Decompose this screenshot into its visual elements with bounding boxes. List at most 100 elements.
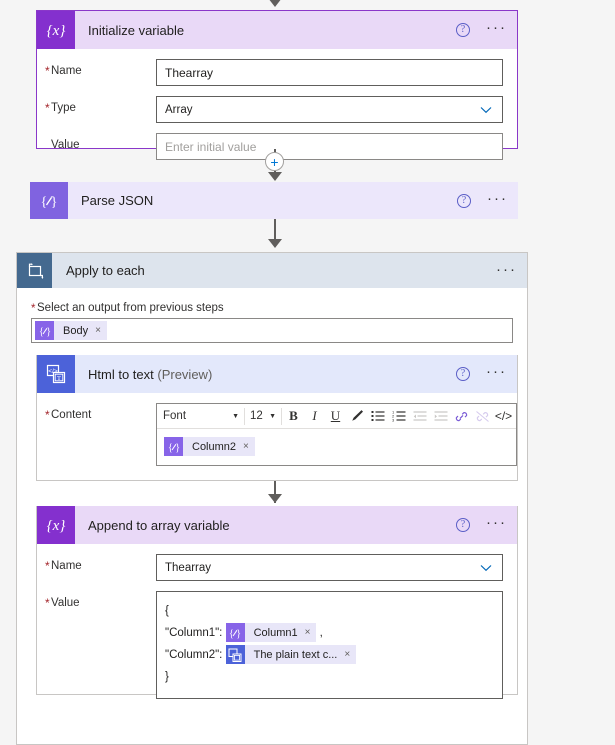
card-title: Initialize variable: [88, 22, 185, 38]
scope-body: Select an output from previous steps { }…: [17, 288, 527, 343]
value-json-editor[interactable]: { "Column1": { } Column1 × , "Column2": …: [156, 591, 503, 699]
token-chip-body[interactable]: { } Body ×: [35, 321, 107, 340]
field-row-name: Name Thearray: [45, 554, 503, 581]
select-output-label: Select an output from previous steps: [31, 302, 513, 315]
type-dropdown-value: Array: [165, 103, 193, 116]
italic-button[interactable]: I: [304, 405, 325, 428]
html-to-text-icon: </> T: [37, 355, 75, 393]
field-label-value: Value: [45, 591, 156, 610]
bulleted-list-icon[interactable]: [367, 405, 388, 428]
field-control-name[interactable]: Thearray: [156, 59, 503, 86]
font-family-dropdown[interactable]: Font ▼: [159, 405, 243, 428]
card-title: Append to array variable: [88, 517, 230, 533]
close-icon[interactable]: ×: [95, 325, 107, 336]
numbered-list-icon[interactable]: 1 2 3: [388, 405, 409, 428]
card-header-actions: ? ···: [456, 506, 507, 544]
svg-text:{x}: {x}: [47, 23, 66, 38]
close-icon[interactable]: ×: [243, 441, 255, 452]
variable-braces-x-icon: {x}: [37, 11, 75, 49]
card-title: Html to text (Preview): [75, 367, 212, 382]
more-options-icon[interactable]: ···: [496, 262, 517, 279]
close-icon[interactable]: ×: [344, 644, 356, 666]
card-header-actions: ? ···: [457, 182, 508, 220]
parse-json-braces-icon: { }: [35, 321, 54, 340]
json-separator: ,: [319, 627, 323, 639]
insert-link-icon[interactable]: [451, 405, 472, 428]
remove-link-icon: [472, 405, 493, 428]
step-card-append-to-array-variable[interactable]: {x} Append to array variable ? ··· Name …: [36, 506, 518, 699]
json-line: }: [165, 666, 494, 688]
card-title-preview-tag: (Preview): [157, 366, 213, 382]
svg-text:3: 3: [392, 418, 395, 422]
highlighter-pen-icon[interactable]: [346, 405, 367, 428]
loop-foreach-icon: [17, 253, 52, 288]
help-icon[interactable]: ?: [456, 367, 470, 381]
variable-name-dropdown[interactable]: Thearray: [156, 554, 503, 581]
connector-init-to-parse-arrow: [268, 172, 282, 181]
field-row-name: Name Thearray: [45, 59, 503, 86]
name-input[interactable]: Thearray: [156, 59, 503, 86]
help-icon[interactable]: ?: [457, 194, 471, 208]
chevron-down-icon: ▼: [269, 412, 276, 420]
card-header[interactable]: {x} Initialize variable ? ···: [37, 11, 517, 49]
html-to-text-icon: [225, 645, 245, 665]
json-line: "Column2": The plain text c... ×: [165, 644, 494, 666]
svg-text:T: T: [57, 375, 61, 382]
field-control-type[interactable]: Array: [156, 96, 503, 123]
bold-button[interactable]: B: [283, 405, 304, 428]
chevron-down-icon: [480, 106, 494, 114]
token-chip-label: The plain text c...: [253, 648, 338, 661]
field-control-value[interactable]: Enter initial value: [156, 133, 503, 160]
type-dropdown[interactable]: Array: [156, 96, 503, 123]
rich-text-toolbar[interactable]: Font ▼ 12 ▼ B I U 1 2 3 </>: [157, 404, 516, 429]
help-icon[interactable]: ?: [456, 23, 470, 37]
chevron-down-icon: ▼: [232, 412, 239, 420]
font-size-dropdown[interactable]: 12 ▼: [246, 405, 280, 428]
parse-json-braces-icon: { }: [30, 182, 68, 219]
more-options-icon[interactable]: ···: [486, 364, 507, 381]
more-options-icon[interactable]: ···: [486, 515, 507, 532]
card-header[interactable]: </> T Html to text (Preview) ? ···: [37, 355, 517, 393]
card-header[interactable]: {x} Append to array variable ? ···: [37, 506, 517, 544]
card-body: Name Thearray Value: [37, 544, 517, 711]
connector-parse-to-scope-arrow: [268, 239, 282, 248]
close-icon[interactable]: ×: [305, 622, 317, 644]
step-card-parse-json[interactable]: { } Parse JSON ? ···: [30, 182, 518, 219]
field-control-content[interactable]: Font ▼ 12 ▼ B I U 1 2 3 </> {} Column2 …: [156, 403, 517, 466]
connector-top-arrow: [268, 0, 282, 7]
add-step-button[interactable]: +: [265, 152, 284, 171]
token-chip-column2[interactable]: { } Column2 ×: [164, 437, 255, 456]
more-options-icon[interactable]: ···: [487, 191, 508, 208]
card-header[interactable]: { } Parse JSON ? ···: [30, 182, 518, 219]
card-title: Parse JSON: [81, 193, 154, 208]
content-editor-area[interactable]: { } Column2 ×: [157, 429, 516, 465]
parse-json-braces-icon: { }: [164, 437, 183, 456]
select-output-input[interactable]: { } Body ×: [31, 318, 513, 343]
field-control-value[interactable]: { "Column1": { } Column1 × , "Column2": …: [156, 591, 503, 699]
token-chip-plain-text-content[interactable]: The plain text c... ×: [225, 644, 357, 666]
decrease-indent-icon: [409, 405, 430, 428]
scope-header[interactable]: Apply to each ···: [17, 253, 527, 288]
step-card-initialize-variable[interactable]: {x} Initialize variable ? ··· Name Thear…: [36, 10, 518, 160]
token-chip-label: Body: [63, 324, 89, 337]
code-view-icon[interactable]: </>: [493, 405, 514, 428]
field-row-value: Value { "Column1": { }: [45, 591, 503, 699]
field-control-name[interactable]: Thearray: [156, 554, 503, 581]
connector-html-to-append-arrow: [268, 494, 282, 503]
card-body: Content Font ▼ 12 ▼: [37, 393, 517, 478]
scope-header-actions: ···: [496, 253, 517, 291]
svg-text:{x}: {x}: [47, 518, 66, 533]
field-row-type: Type Array: [45, 96, 503, 123]
more-options-icon[interactable]: ···: [486, 20, 507, 37]
chevron-down-icon: [480, 564, 494, 572]
step-card-html-to-text[interactable]: </> T Html to text (Preview) ? ··· Conte…: [36, 355, 518, 481]
parse-json-braces-icon: { }: [225, 623, 245, 643]
token-chip-column1[interactable]: { } Column1 ×: [225, 622, 317, 644]
field-label-content: Content: [45, 403, 156, 422]
help-icon[interactable]: ?: [456, 518, 470, 532]
underline-button[interactable]: U: [325, 405, 346, 428]
field-label-name: Name: [45, 59, 156, 78]
initial-value-input[interactable]: Enter initial value: [156, 133, 503, 160]
json-text: {: [165, 605, 169, 617]
rich-text-editor[interactable]: Font ▼ 12 ▼ B I U 1 2 3 </> {} Column2 …: [156, 403, 517, 466]
